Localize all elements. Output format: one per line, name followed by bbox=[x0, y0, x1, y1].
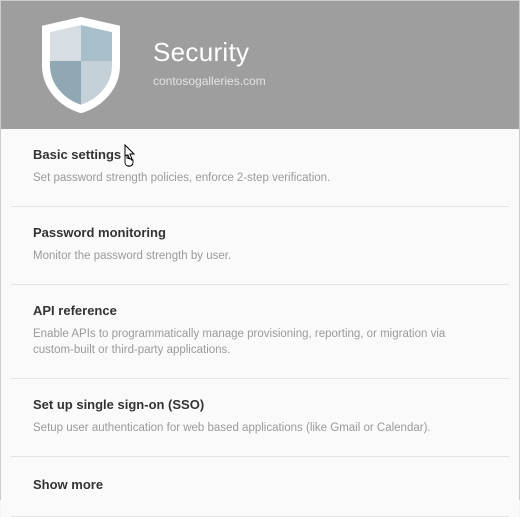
header-text-block: Security contosogalleries.com bbox=[153, 37, 266, 88]
list-item-api-reference[interactable]: API reference Enable APIs to programmati… bbox=[11, 285, 509, 379]
item-description: Enable APIs to programmatically manage p… bbox=[33, 326, 487, 358]
page-subtitle: contosogalleries.com bbox=[153, 74, 266, 88]
show-more-button[interactable]: Show more bbox=[11, 457, 509, 517]
item-description: Set password strength policies, enforce … bbox=[33, 170, 487, 186]
item-title: API reference bbox=[33, 303, 487, 318]
page-header: Security contosogalleries.com bbox=[1, 1, 519, 129]
item-description: Monitor the password strength by user. bbox=[33, 248, 487, 264]
item-title: Basic settings bbox=[33, 147, 487, 162]
page-title: Security bbox=[153, 37, 266, 68]
settings-list: Basic settings Set password strength pol… bbox=[1, 129, 519, 517]
shield-icon bbox=[39, 17, 123, 113]
item-title: Password monitoring bbox=[33, 225, 487, 240]
item-description: Setup user authentication for web based … bbox=[33, 420, 487, 436]
show-more-label: Show more bbox=[33, 477, 487, 492]
item-title: Set up single sign-on (SSO) bbox=[33, 397, 487, 412]
list-item-basic-settings[interactable]: Basic settings Set password strength pol… bbox=[11, 129, 509, 207]
list-item-sso[interactable]: Set up single sign-on (SSO) Setup user a… bbox=[11, 379, 509, 457]
list-item-password-monitoring[interactable]: Password monitoring Monitor the password… bbox=[11, 207, 509, 285]
